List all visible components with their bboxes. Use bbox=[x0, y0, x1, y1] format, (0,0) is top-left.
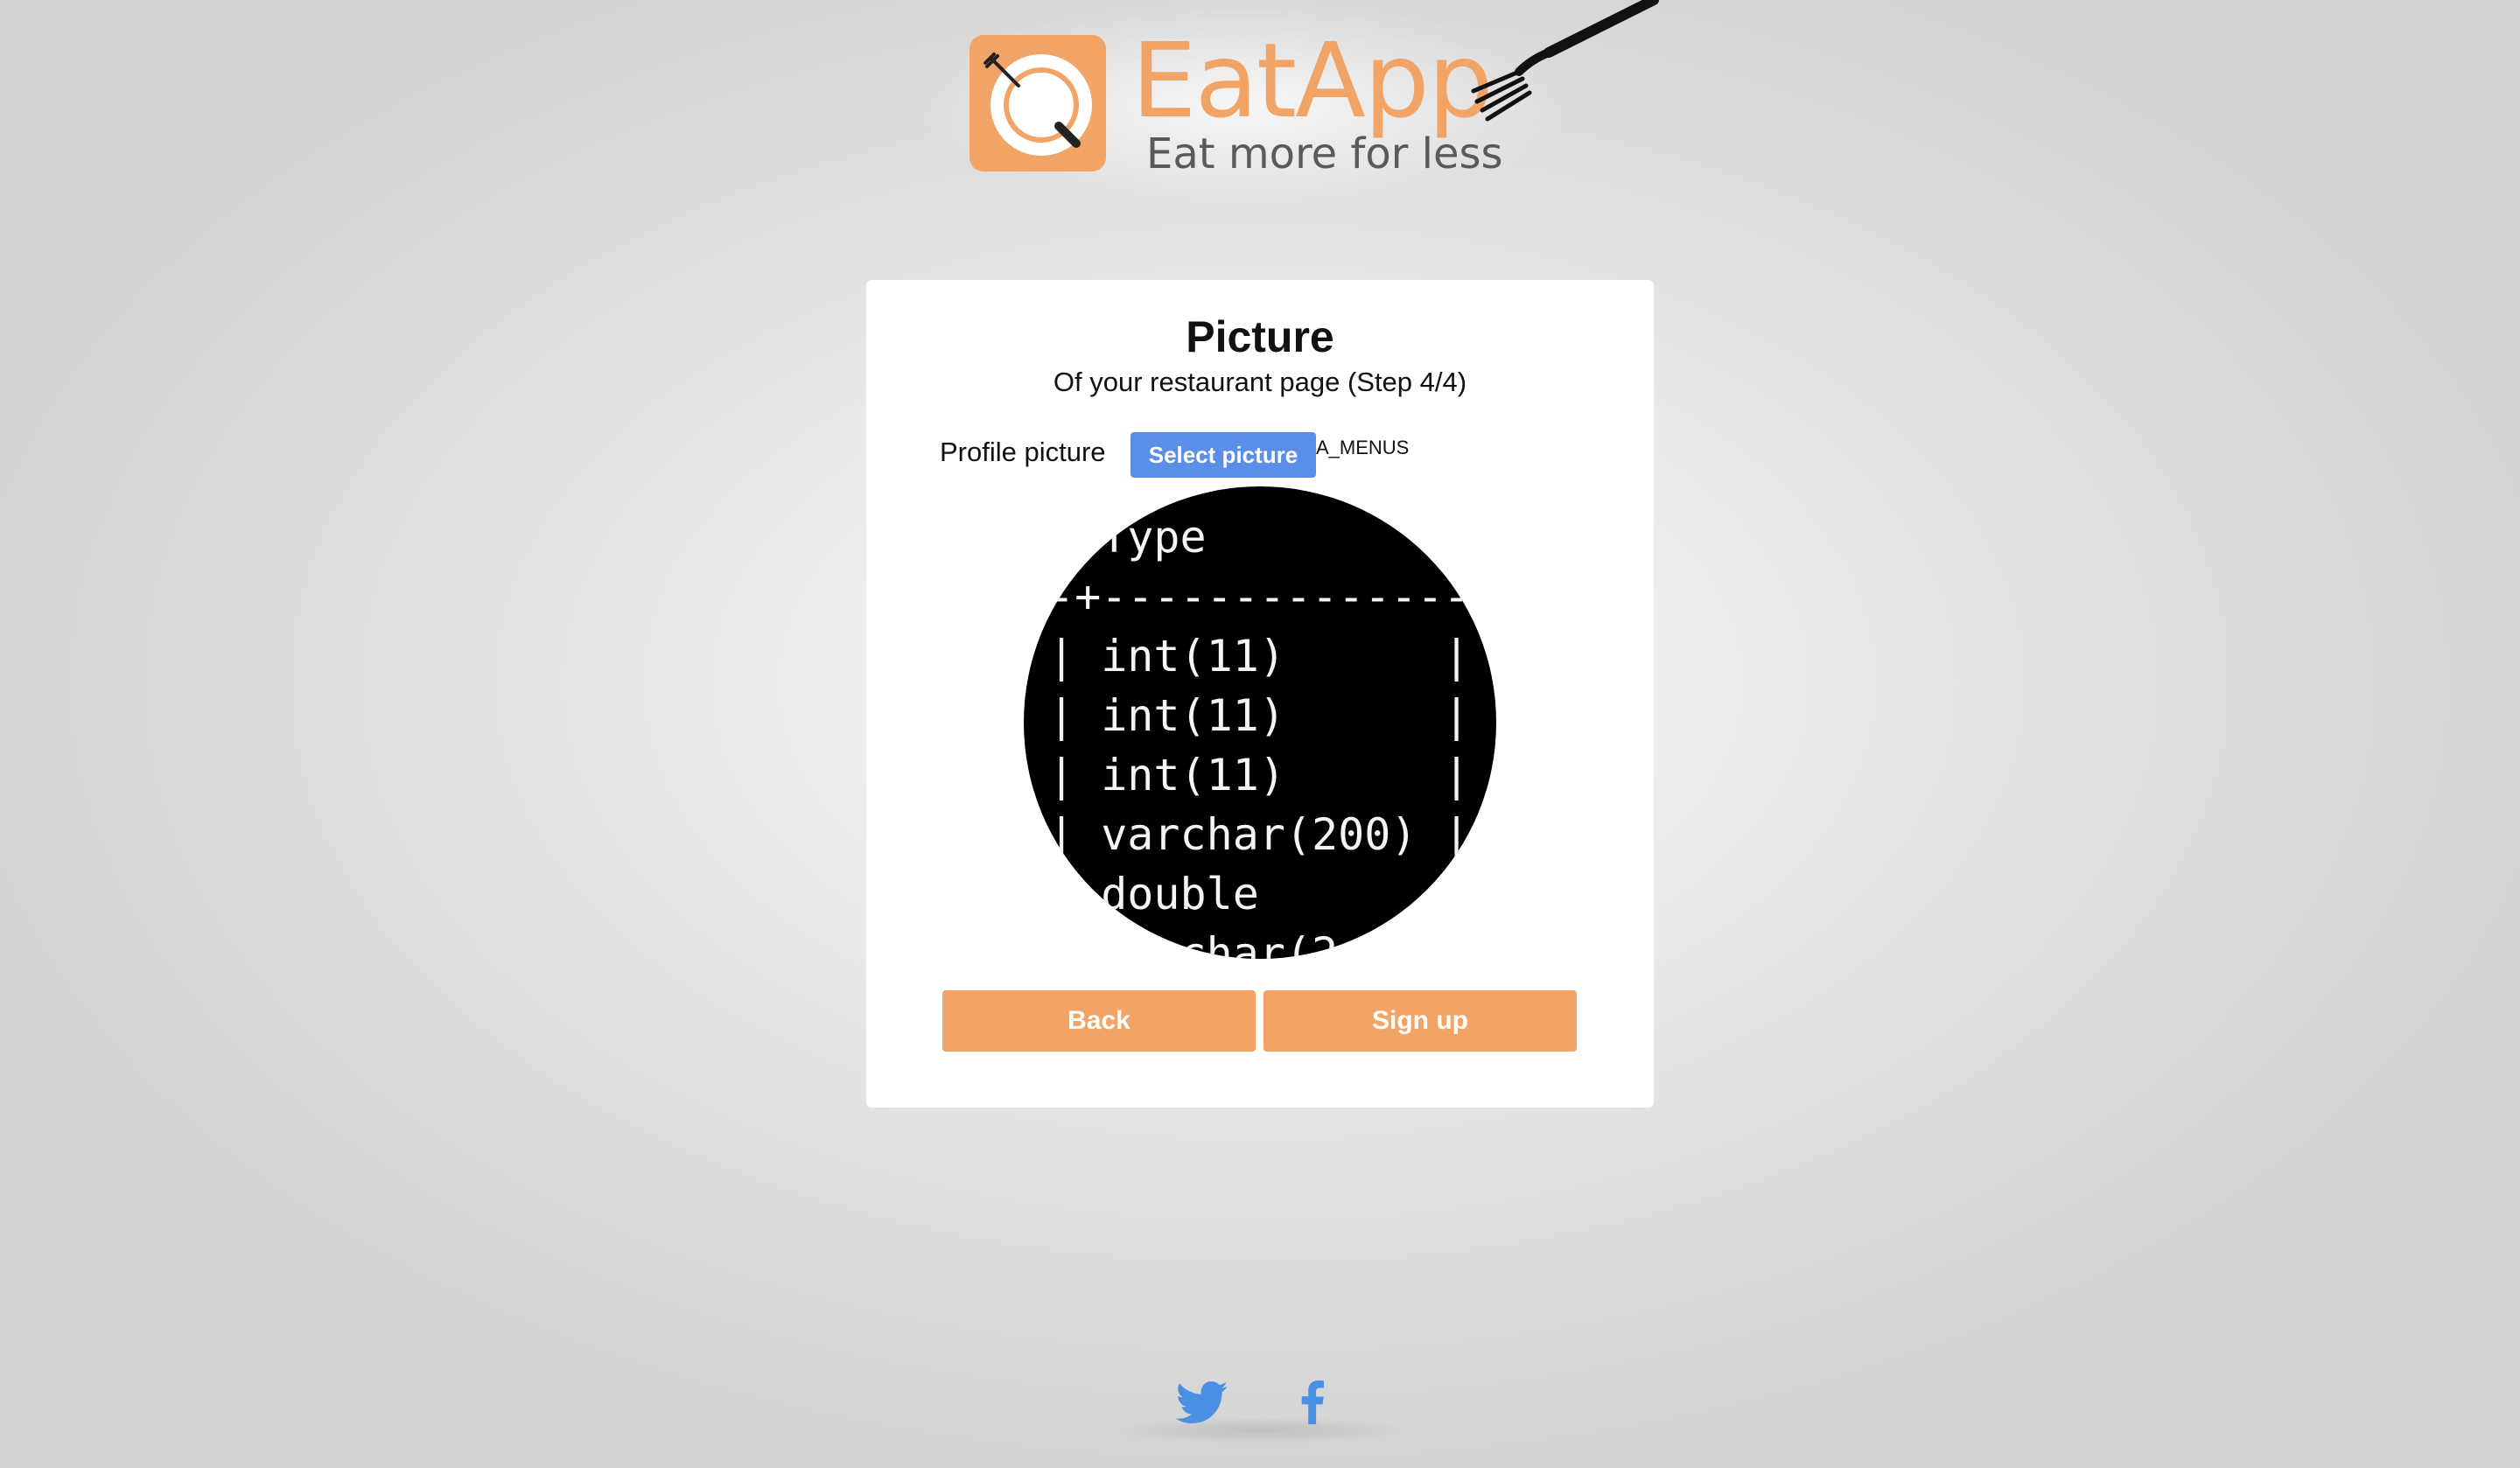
profile-picture-preview: ... | Type -+--------------+ | int(11) |… bbox=[1024, 486, 1496, 959]
select-picture-button[interactable]: Select picture bbox=[1130, 432, 1316, 478]
page-subtitle: Of your restaurant page (Step 4/4) bbox=[1053, 367, 1467, 397]
page-title: Picture bbox=[1186, 312, 1334, 361]
preview-image-content: ... | Type -+--------------+ | int(11) |… bbox=[1048, 486, 1496, 959]
plate-with-cutlery-icon bbox=[970, 35, 1106, 171]
selected-file-name: A_MENUS bbox=[1316, 437, 1410, 458]
social-shadow bbox=[1111, 1417, 1409, 1444]
signup-step-card: Picture Of your restaurant page (Step 4/… bbox=[866, 280, 1654, 1108]
sign-up-button[interactable]: Sign up bbox=[1264, 990, 1577, 1052]
facebook-icon[interactable] bbox=[1299, 1381, 1326, 1424]
profile-picture-label: Profile picture bbox=[940, 437, 1106, 467]
twitter-icon[interactable] bbox=[1176, 1381, 1228, 1426]
back-button[interactable]: Back bbox=[942, 990, 1256, 1052]
fork-icon bbox=[1471, 0, 1659, 122]
